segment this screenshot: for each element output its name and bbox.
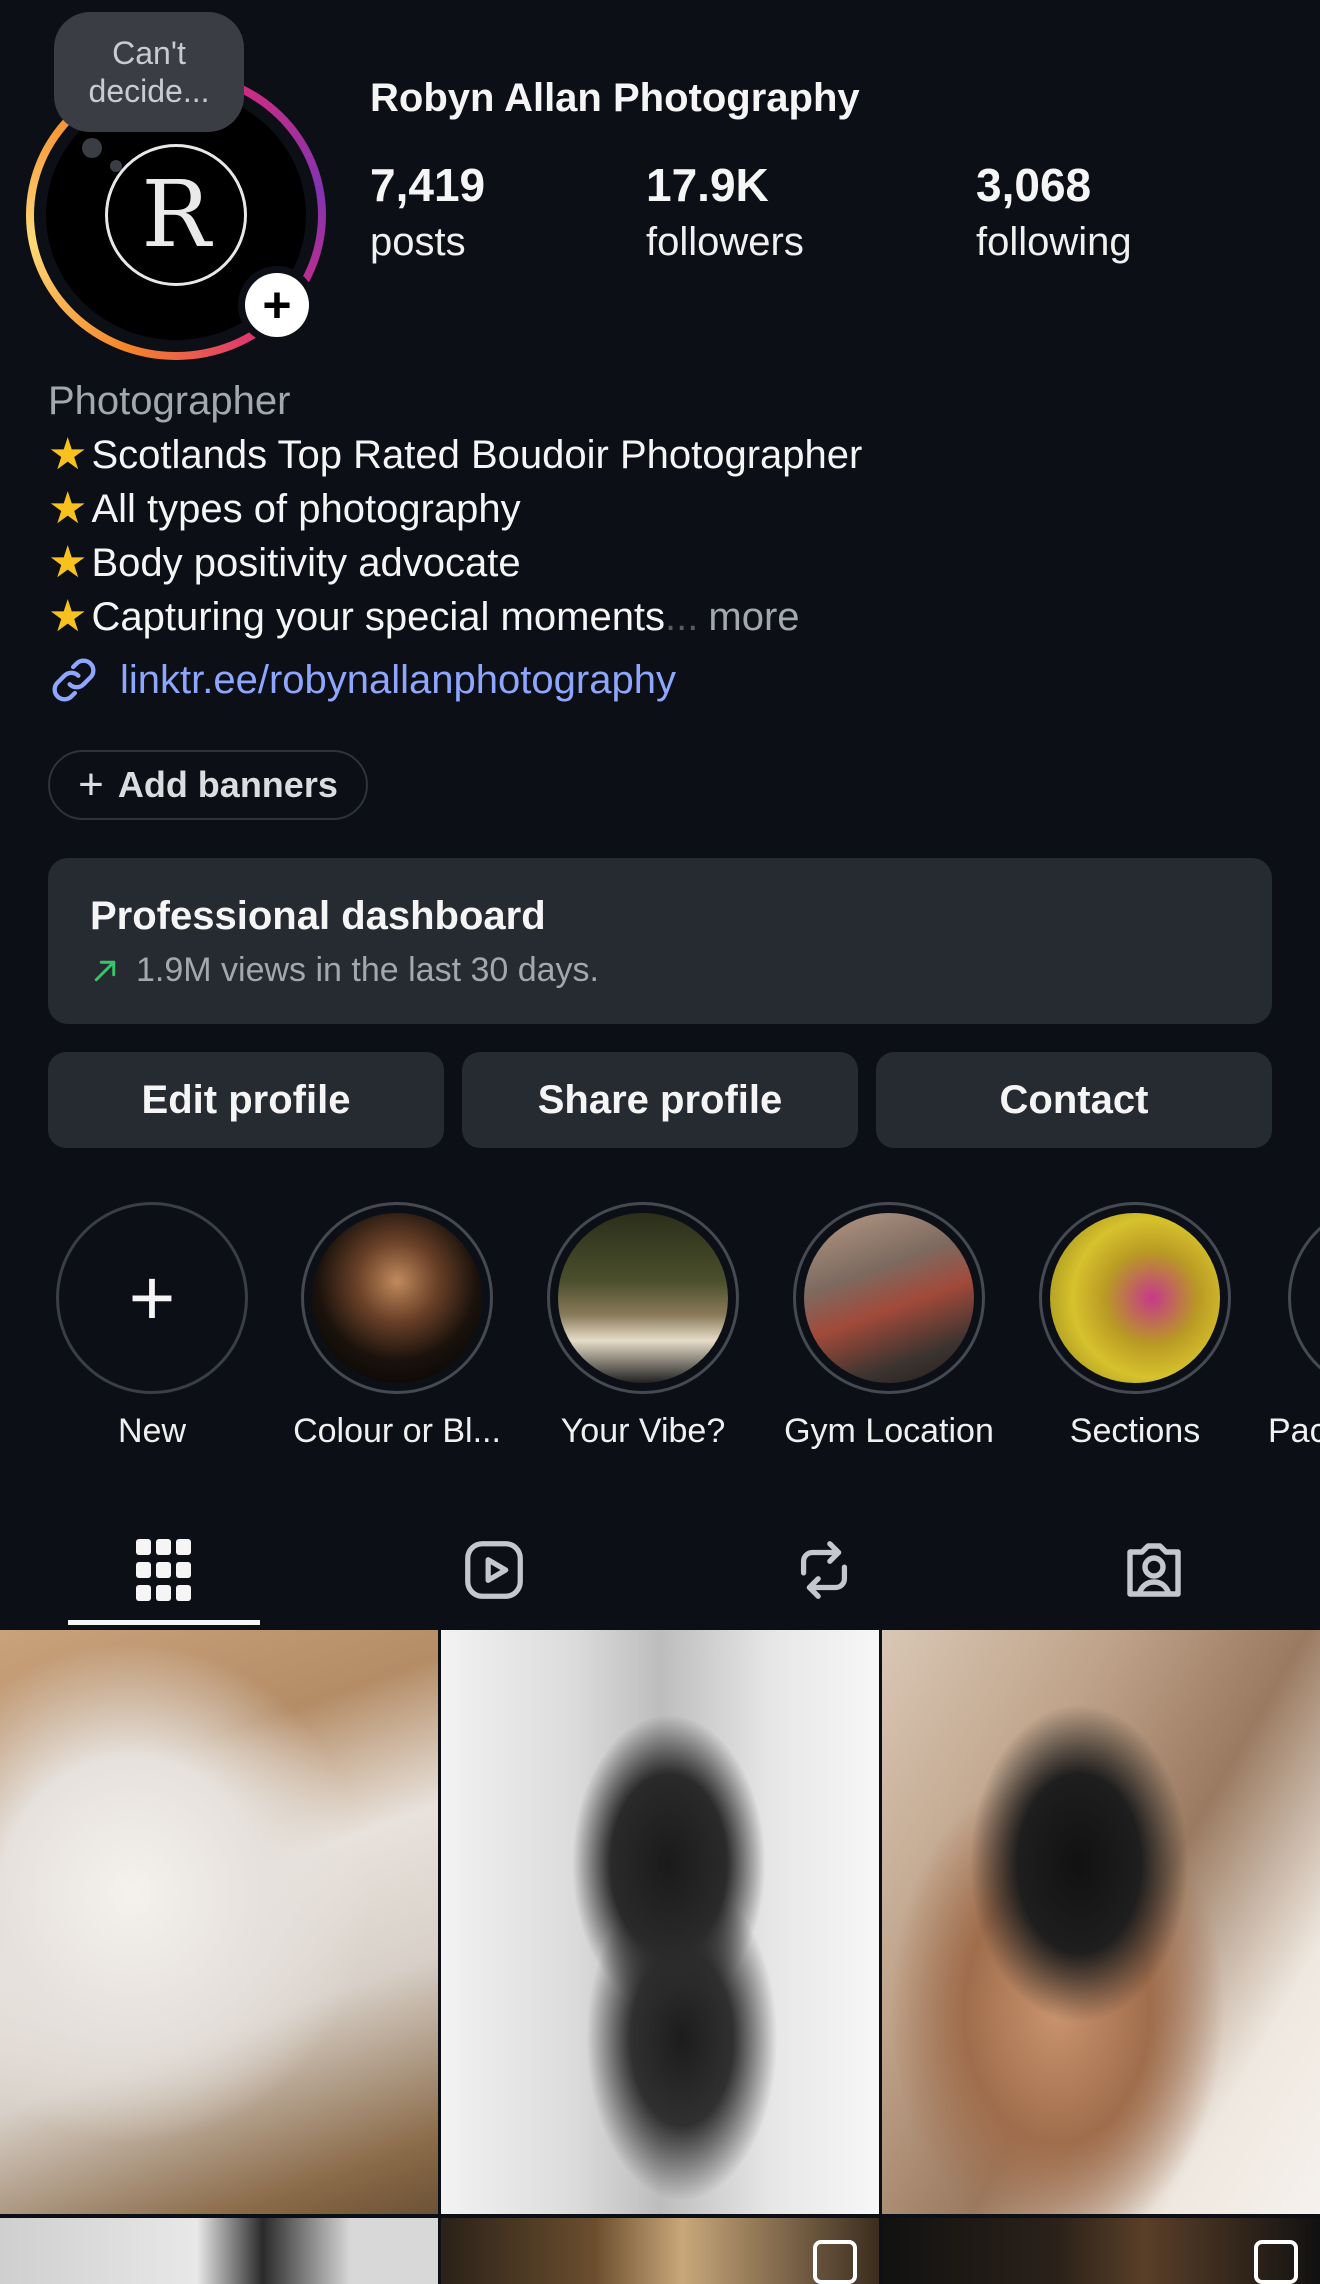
highlight-label: Gym Location <box>784 1412 994 1450</box>
highlight-label: New <box>117 1412 187 1450</box>
share-profile-button[interactable]: Share profile <box>462 1052 858 1148</box>
active-tab-indicator <box>68 1620 260 1625</box>
star-icon: ★ <box>48 484 88 533</box>
bio-line: ★ Scotlands Top Rated Boudoir Photograph… <box>48 428 862 482</box>
plus-icon: + <box>78 760 104 809</box>
post-image <box>0 2218 438 2284</box>
highlight-thumbnail <box>1050 1213 1220 1383</box>
followers-stat[interactable]: 17.9K followers <box>646 162 804 265</box>
highlight-thumbnail <box>804 1213 974 1383</box>
tab-tagged[interactable] <box>1058 1510 1250 1630</box>
highlight-circle[interactable] <box>547 1202 739 1394</box>
link-icon <box>52 658 96 702</box>
followers-count: 17.9K <box>646 159 769 211</box>
highlight-gym-location[interactable]: Gym Location <box>779 1202 999 1451</box>
tab-reposts[interactable] <box>728 1510 920 1630</box>
highlight-circle[interactable] <box>1039 1202 1231 1394</box>
bio-line: ★ Body positivity advocate <box>48 536 862 590</box>
highlight-thumbnail <box>558 1213 728 1383</box>
dashboard-subtitle: 1.9M views in the last 30 days. <box>90 951 1230 990</box>
carousel-icon <box>813 2240 857 2284</box>
note-bubble-tail <box>82 138 102 158</box>
add-banners-button[interactable]: + Add banners <box>48 750 368 820</box>
edit-profile-button[interactable]: Edit profile <box>48 1052 444 1148</box>
highlight-thumbnail <box>312 1213 482 1383</box>
post-thumbnail[interactable] <box>0 2218 438 2284</box>
star-icon: ★ <box>48 592 88 641</box>
repost-icon <box>800 1541 848 1599</box>
bio-more-link[interactable]: more <box>708 590 799 644</box>
bio-line: ★ All types of photography <box>48 482 862 536</box>
post-thumbnail[interactable] <box>882 1630 1320 2214</box>
add-story-button[interactable]: + <box>238 266 316 344</box>
post-thumbnail[interactable] <box>882 2218 1320 2284</box>
post-image <box>882 1630 1320 2214</box>
highlight-label: Sections <box>1069 1412 1201 1450</box>
posts-label: posts <box>370 220 466 264</box>
note-bubble-tail-small <box>110 160 122 172</box>
posts-stat[interactable]: 7,419 posts <box>370 162 485 265</box>
trend-up-icon <box>94 960 116 981</box>
contact-button[interactable]: Contact <box>876 1052 1272 1148</box>
highlight-label: Colour or Bl... <box>293 1412 501 1450</box>
tab-reels[interactable] <box>398 1510 590 1630</box>
plus-icon: + <box>245 273 309 337</box>
highlight-label: Your Vibe? <box>560 1412 726 1450</box>
star-icon: ★ <box>48 430 88 479</box>
profile-name: Robyn Allan Photography <box>370 76 860 120</box>
followers-label: followers <box>646 220 804 264</box>
reels-icon <box>465 1541 523 1599</box>
tagged-icon <box>1127 1543 1181 1597</box>
dashboard-title: Professional dashboard <box>90 894 546 938</box>
highlight-circle[interactable] <box>793 1202 985 1394</box>
post-thumbnail[interactable] <box>441 1630 879 2214</box>
bio: Photographer ★ Scotlands Top Rated Boudo… <box>48 374 862 644</box>
bio-ellipsis: ... <box>665 595 699 639</box>
highlight-sections[interactable]: Sections <box>1025 1202 1245 1451</box>
following-count: 3,068 <box>976 159 1092 211</box>
grid-icon <box>136 1539 191 1601</box>
bio-category: Photographer <box>48 379 291 423</box>
post-image <box>0 1630 438 2214</box>
new-highlight-circle[interactable]: + <box>56 1202 248 1394</box>
avatar-logo: R <box>105 144 247 286</box>
note-bubble[interactable]: Can't decide... <box>54 12 244 132</box>
carousel-icon <box>1254 2240 1298 2284</box>
bio-link[interactable]: linktr.ee/robynallanphotography <box>48 654 676 706</box>
following-label: following <box>976 220 1132 264</box>
post-thumbnail[interactable] <box>441 2218 879 2284</box>
bio-link-text[interactable]: linktr.ee/robynallanphotography <box>120 658 676 703</box>
highlight-circle[interactable] <box>301 1202 493 1394</box>
following-stat[interactable]: 3,068 following <box>976 162 1132 265</box>
highlight-your-vibe[interactable]: Your Vibe? <box>533 1202 753 1451</box>
bio-line: ★ Capturing your special moments ... mor… <box>48 590 862 644</box>
highlight-new[interactable]: + New <box>42 1202 262 1451</box>
post-grid <box>0 1630 1320 2284</box>
professional-dashboard[interactable]: Professional dashboard 1.9M views in the… <box>48 858 1272 1024</box>
highlight-label: Pac <box>1268 1412 1320 1450</box>
highlight-circle[interactable] <box>1288 1202 1320 1394</box>
post-image <box>441 1630 879 2214</box>
plus-icon: + <box>128 1253 176 1342</box>
highlight-colour[interactable]: Colour or Bl... <box>287 1202 507 1451</box>
posts-count: 7,419 <box>370 159 486 211</box>
tab-grid[interactable] <box>68 1510 260 1630</box>
profile-tabs <box>0 1510 1320 1630</box>
note-text: Can't decide... <box>88 35 210 109</box>
highlight-partial[interactable]: Pac <box>1268 1202 1320 1451</box>
add-banners-label: Add banners <box>117 764 338 805</box>
star-icon: ★ <box>48 538 88 587</box>
post-thumbnail[interactable] <box>0 1630 438 2214</box>
